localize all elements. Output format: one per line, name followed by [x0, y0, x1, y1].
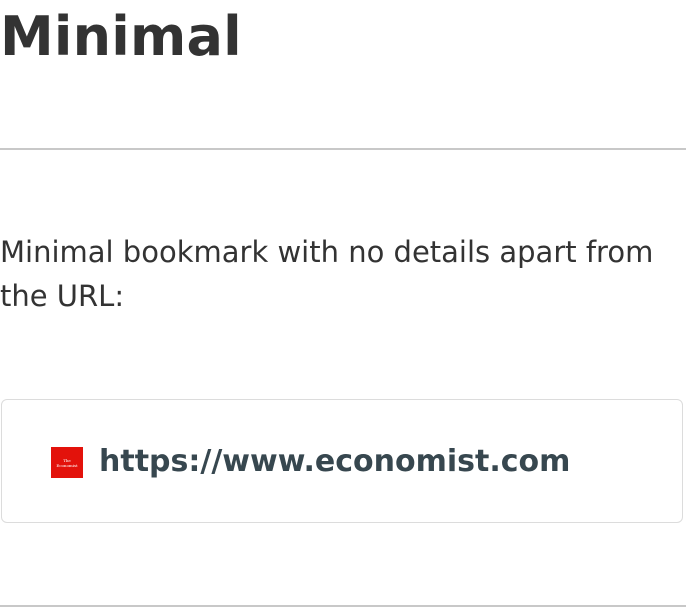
bookmark-url[interactable]: https://www.economist.com — [99, 440, 570, 484]
bookmark-card[interactable]: The Economist https://www.economist.com — [1, 399, 683, 523]
economist-logo-icon: The Economist — [51, 447, 83, 478]
intro-text: Minimal bookmark with no details apart f… — [0, 235, 654, 313]
bottom-divider — [0, 605, 686, 607]
page-title: Minimal — [0, 5, 242, 68]
favicon-text-line2: Economist — [56, 462, 78, 468]
top-divider — [0, 148, 686, 150]
